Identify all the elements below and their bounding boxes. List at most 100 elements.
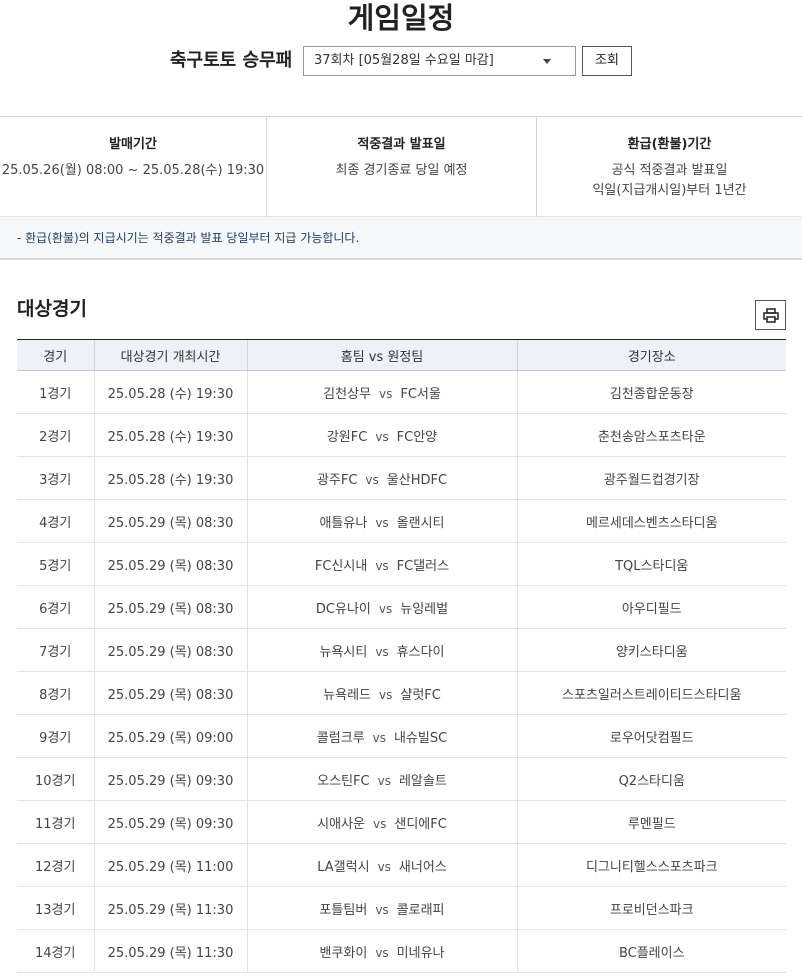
- home-team: DC유나이: [315, 601, 371, 617]
- away-team: FC안양: [396, 429, 438, 445]
- page-title: 게임일정: [347, 1, 455, 35]
- round-select[interactable]: 37회차 [05월28일 수요일 마감]: [303, 46, 576, 76]
- home-team: 광주FC: [316, 472, 358, 488]
- game-number-cell: 9경기: [17, 714, 94, 758]
- table-row: 13경기 25.05.29 (목) 11:30 포틀팀버 vs 콜로래피 프로비던스파크: [17, 886, 786, 930]
- print-button[interactable]: [755, 300, 786, 330]
- away-team: 올랜시티: [396, 515, 445, 531]
- teams-cell: 뉴욕레드 vs 샬럿FC: [246, 671, 517, 715]
- section-title: 대상경기: [17, 298, 87, 320]
- teams-cell: 포틀팀버 vs 콜로래피: [246, 886, 517, 930]
- home-team: 뉴욕레드: [323, 687, 371, 703]
- game-number-cell: 2경기: [17, 413, 94, 457]
- venue-cell: 스포츠일러스트레이티드스타디움: [516, 671, 786, 715]
- vs-label: vs: [375, 945, 389, 960]
- venue-cell: 광주월드컵경기장: [516, 456, 786, 500]
- game-number-cell: 11경기: [17, 800, 94, 844]
- home-team: 포틀팀버: [319, 902, 368, 918]
- game-number-cell: 12경기: [17, 843, 94, 887]
- game-time-cell: 25.05.28 (수) 19:30: [93, 456, 247, 500]
- home-team: 오스틴FC: [317, 773, 370, 789]
- printer-icon: [763, 308, 779, 323]
- venue-cell: 메르세데스벤츠스타디움: [516, 499, 786, 543]
- venue-cell: 로우어닷컴필드: [516, 714, 786, 758]
- home-team: LA갤럭시: [317, 859, 370, 875]
- table-row: 3경기 25.05.28 (수) 19:30 광주FC vs 울산HDFC 광주월드컵경기…: [17, 456, 786, 500]
- game-time-cell: 25.05.28 (수) 19:30: [93, 370, 247, 414]
- venue-cell: 프로비던스파크: [516, 886, 786, 930]
- away-team: 내슈빌SC: [393, 730, 448, 746]
- result-announce-value: 최종 경기종료 당일 예정: [335, 163, 468, 178]
- venue-cell: 아우디필드: [516, 585, 786, 629]
- vs-label: vs: [365, 472, 379, 487]
- away-team: 휴스다이: [396, 644, 445, 660]
- header-time: 대상경기 개최시간: [93, 339, 247, 371]
- table-header-row: 경기 대상경기 개최시간 홈팀 vs 원정팀 경기장소: [17, 339, 786, 371]
- game-time-cell: 25.05.28 (수) 19:30: [93, 413, 247, 457]
- game-time-cell: 25.05.29 (목) 08:30: [93, 499, 247, 543]
- game-number-cell: 1경기: [17, 370, 94, 414]
- away-team: 새너어스: [398, 859, 447, 875]
- refund-period-value: 공식 적중결과 발표일 익일(지급개시일)부터 1년간: [537, 161, 802, 201]
- away-team: 샬럿FC: [400, 687, 441, 703]
- match-table: 경기 대상경기 개최시간 홈팀 vs 원정팀 경기장소 1경기 25.05.28 …: [17, 339, 786, 973]
- result-announce-label: 적중결과 발표일: [357, 137, 446, 152]
- game-number-cell: 8경기: [17, 671, 94, 715]
- home-team: 뉴욕시티: [319, 644, 368, 660]
- away-team: FC댈러스: [396, 558, 450, 574]
- game-time-cell: 25.05.29 (목) 09:30: [93, 800, 247, 844]
- teams-cell: 애틀유나 vs 올랜시티: [246, 499, 517, 543]
- round-info-box: 발매기간 25.05.26(월) 08:00 ~ 25.05.28(수) 19:…: [0, 116, 802, 217]
- away-team: FC서울: [400, 386, 441, 402]
- home-team: 시애사운: [317, 816, 366, 832]
- round-select-value: 37회차 [05월28일 수요일 마감]: [314, 53, 494, 68]
- game-time-cell: 25.05.29 (목) 08:30: [93, 585, 247, 629]
- refund-period-info: 환급(환불)기간 공식 적중결과 발표일 익일(지급개시일)부터 1년간: [536, 117, 802, 217]
- game-time-cell: 25.05.29 (목) 09:00: [93, 714, 247, 758]
- refund-notice: - 환급(환불)의 지급시기는 적중결과 발표 당일부터 지급 가능합니다.: [0, 217, 802, 260]
- vs-label: vs: [375, 644, 389, 659]
- teams-cell: 콜럼크루 vs 내슈빌SC: [246, 714, 517, 758]
- home-team: 콜럼크루: [316, 730, 365, 746]
- game-time-cell: 25.05.29 (목) 11:30: [93, 929, 247, 973]
- search-button[interactable]: 조회: [582, 46, 632, 76]
- refund-period-value-line2: 익일(지급개시일)부터 1년간: [592, 183, 747, 198]
- header-venue: 경기장소: [516, 339, 786, 371]
- result-announce-info: 적중결과 발표일 최종 경기종료 당일 예정: [266, 117, 536, 217]
- teams-cell: LA갤럭시 vs 새너어스: [246, 843, 517, 887]
- game-number-cell: 6경기: [17, 585, 94, 629]
- game-number-cell: 3경기: [17, 456, 94, 500]
- teams-cell: 강원FC vs FC안양: [246, 413, 517, 457]
- header-game: 경기: [17, 339, 94, 371]
- game-number-cell: 13경기: [17, 886, 94, 930]
- vs-label: vs: [375, 558, 389, 573]
- game-number-cell: 14경기: [17, 929, 94, 973]
- teams-cell: 김천상무 vs FC서울: [246, 370, 517, 414]
- home-team: 김천상무: [323, 386, 371, 402]
- table-row: 1경기 25.05.28 (수) 19:30 김천상무 vs FC서울 김천종합운동장: [17, 370, 786, 414]
- teams-cell: FC신시내 vs FC댈러스: [246, 542, 517, 586]
- away-team: 샌디에FC: [394, 816, 447, 832]
- table-row: 6경기 25.05.29 (목) 08:30 DC유나이 vs 뉴잉레벌 아우디필드: [17, 585, 786, 629]
- sale-period-label: 발매기간: [109, 137, 157, 152]
- away-team: 미네유나: [396, 945, 445, 961]
- game-time-cell: 25.05.29 (목) 08:30: [93, 628, 247, 672]
- home-team: FC신시내: [314, 558, 368, 574]
- table-row: 10경기 25.05.29 (목) 09:30 오스틴FC vs 레알솔트 Q2스타디움: [17, 757, 786, 801]
- teams-cell: 밴쿠화이 vs 미네유나: [246, 929, 517, 973]
- table-row: 8경기 25.05.29 (목) 08:30 뉴욕레드 vs 샬럿FC 스포츠일러스트레이…: [17, 671, 786, 715]
- home-team: 강원FC: [326, 429, 368, 445]
- vs-label: vs: [379, 687, 393, 702]
- round-selector-row: 축구토토 승무패 37회차 [05월28일 수요일 마감] 조회: [0, 46, 802, 76]
- table-row: 9경기 25.05.29 (목) 09:00 콜럼크루 vs 내슈빌SC 로우어닷컴필드: [17, 714, 786, 758]
- venue-cell: 디그니티헬스스포츠파크: [516, 843, 786, 887]
- game-time-cell: 25.05.29 (목) 11:30: [93, 886, 247, 930]
- sale-period-value: 25.05.26(월) 08:00 ~ 25.05.28(수) 19:30: [1, 163, 265, 178]
- game-number-cell: 5경기: [17, 542, 94, 586]
- table-row: 5경기 25.05.29 (목) 08:30 FC신시내 vs FC댈러스 TQL스타디움: [17, 542, 786, 586]
- table-row: 14경기 25.05.29 (목) 11:30 밴쿠화이 vs 미네유나 BC플레이스: [17, 929, 786, 973]
- vs-label: vs: [375, 515, 389, 530]
- table-row: 7경기 25.05.29 (목) 08:30 뉴욕시티 vs 휴스다이 양키스타디움: [17, 628, 786, 672]
- game-time-cell: 25.05.29 (목) 11:00: [93, 843, 247, 887]
- vs-label: vs: [377, 859, 391, 874]
